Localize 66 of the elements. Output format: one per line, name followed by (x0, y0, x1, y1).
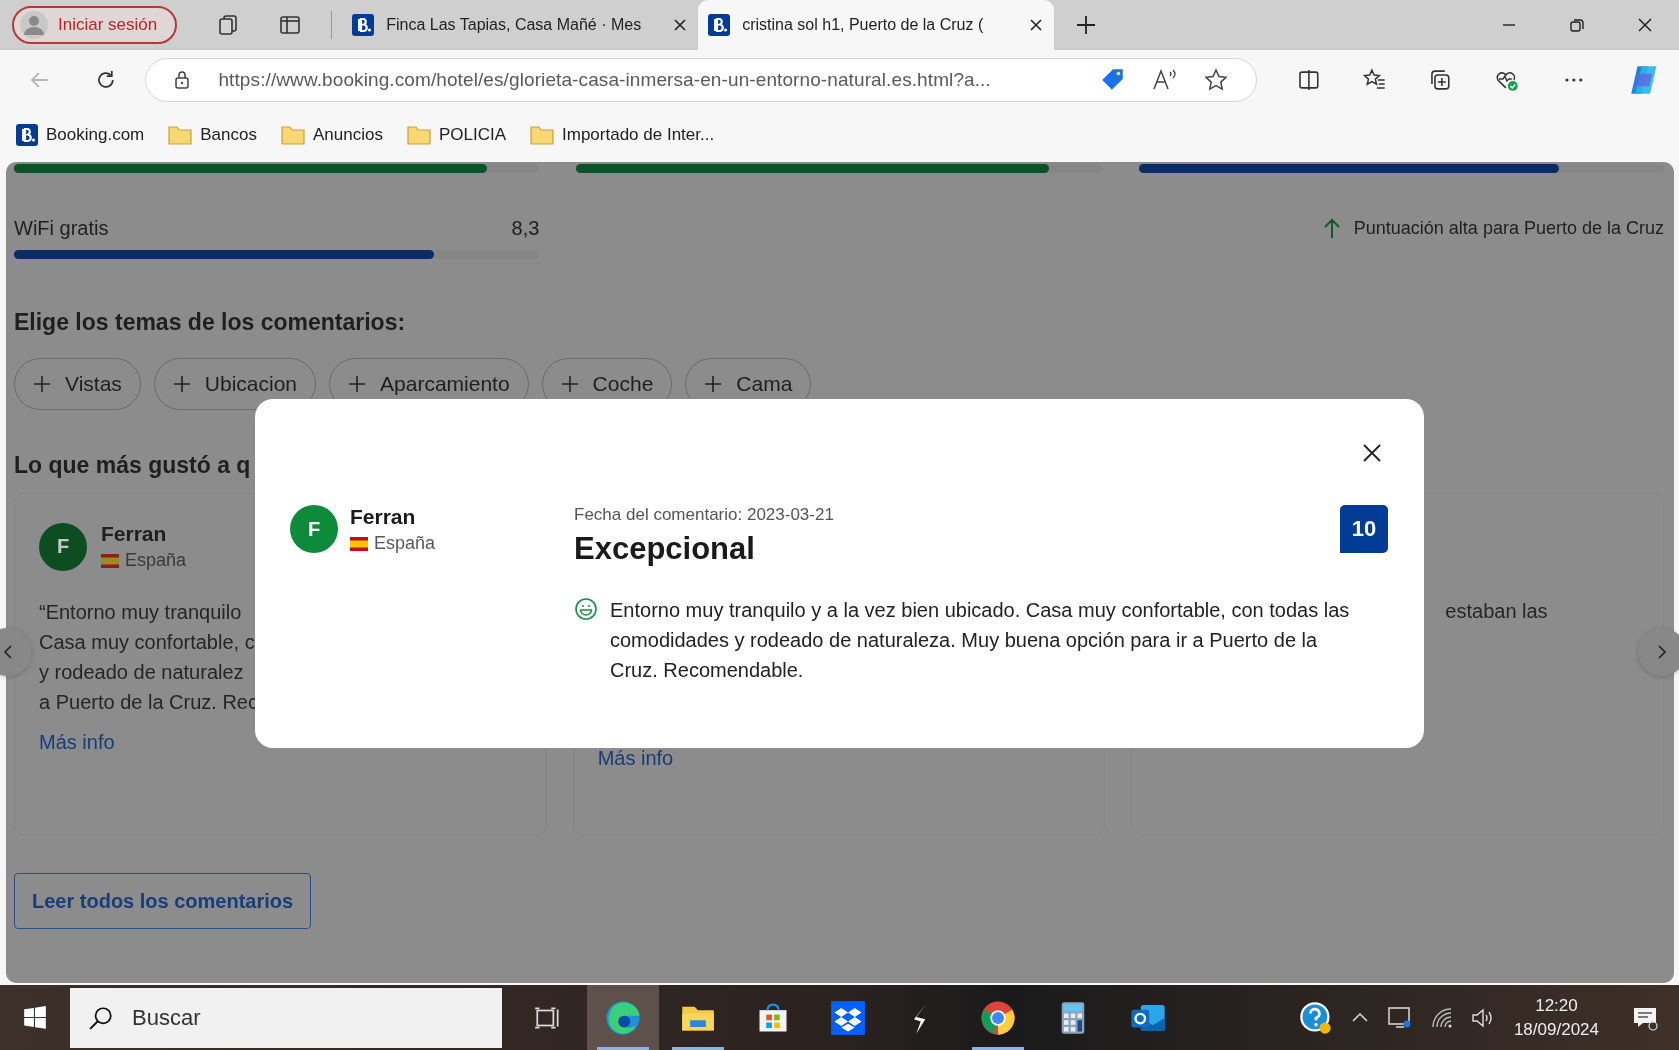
avatar-icon (20, 11, 48, 39)
spain-flag-icon (350, 536, 368, 551)
close-tab-icon[interactable] (672, 17, 689, 33)
chevron-left-icon (2, 644, 14, 660)
folder-icon (406, 124, 431, 146)
tab-title: Finca Las Tapias, Casa Mañé · Mes (386, 16, 643, 34)
vertical-tabs-icon[interactable] (278, 13, 303, 37)
chevron-right-icon (1656, 644, 1668, 660)
help-icon[interactable] (1297, 999, 1334, 1036)
taskbar-search-field[interactable]: Buscar (70, 987, 502, 1048)
tab-title: cristina sol h1, Puerto de la Cruz ( (742, 16, 985, 34)
score-badge: 10 (1340, 505, 1388, 553)
avatar: F (39, 522, 87, 571)
folder-icon (530, 124, 554, 146)
category-label: WiFi gratis (14, 217, 109, 240)
avatar: F (290, 505, 338, 553)
search-icon (88, 1004, 114, 1031)
next-button[interactable] (1638, 628, 1679, 676)
url-text: https://www.booking.com/hotel/es/glorieta-casa-inmersa-en-un-entorno-natural.es.html?a... (218, 69, 992, 91)
plus-icon (348, 375, 367, 393)
spain-flag-icon (101, 553, 119, 568)
booking-favicon-icon (352, 14, 375, 36)
favorite-star-icon[interactable] (1203, 68, 1228, 92)
booking-favicon-icon (708, 14, 731, 36)
category-score: 8,3 (511, 217, 540, 240)
section-heading: Elige los temas de los comentarios: (14, 309, 406, 336)
reviewer-country: España (125, 550, 187, 571)
collections-icon[interactable] (1428, 68, 1452, 92)
review-text: y rodeado de naturalez (39, 660, 245, 685)
close-icon[interactable] (1362, 443, 1382, 463)
profile-button[interactable]: Iniciar sesión (12, 6, 178, 44)
clock[interactable]: 12:20 18/09/2024 (1513, 995, 1599, 1040)
address-bar[interactable]: https://www.booking.com/hotel/es/glorieta-casa-inmersa-en-un-entorno-natural.es.html?a... (145, 58, 1257, 102)
reviewer-name: Ferran (350, 505, 417, 529)
close-tab-icon[interactable] (1028, 17, 1045, 33)
review-text: “Entorno muy tranquilo (39, 600, 243, 625)
split-screen-icon[interactable] (1296, 68, 1321, 92)
bookmark[interactable]: Importado de Inter... (530, 124, 715, 146)
review-text: Entorno muy tranquilo y a la vez bien ubicado. Casa muy confortable, con todas las comodidades y rodeado de naturaleza. Muy buena opción para ir a Puerto de la Cruz. Recomendable. (610, 598, 1351, 683)
booking-favicon-icon (16, 124, 38, 146)
bookmark[interactable]: POLICIA (406, 124, 506, 146)
plus-icon (704, 375, 723, 393)
wifi-icon[interactable] (1429, 1005, 1454, 1030)
browser-tab[interactable]: Finca Las Tapias, Casa Mañé · Mes (342, 0, 699, 50)
reviewer-country: España (374, 533, 436, 554)
bookmark[interactable]: Anuncios (281, 124, 383, 146)
edge-taskbar-icon[interactable] (587, 985, 659, 1050)
plus-icon (172, 375, 191, 393)
reviewer-name: Ferran (101, 522, 168, 546)
review-date: Fecha del comentario: 2023-03-21 (574, 505, 834, 525)
section-heading: Lo que más gustó a q (14, 452, 251, 479)
plus-icon (560, 375, 579, 393)
favorites-icon[interactable] (1362, 68, 1387, 92)
smiley-icon (574, 597, 598, 621)
read-aloud-icon[interactable] (1151, 68, 1178, 92)
windows-start-icon[interactable] (22, 1004, 48, 1031)
review-title: Excepcional (574, 531, 756, 567)
folder-icon (168, 124, 193, 146)
bookmark[interactable]: Booking.com (16, 124, 145, 146)
bookmark[interactable]: Bancos (168, 124, 257, 146)
review-text: estaban las (1445, 599, 1549, 624)
high-score-note: Puntuación alta para Puerto de la Cruz (1353, 217, 1664, 239)
plus-icon (33, 375, 51, 393)
folder-icon (281, 124, 305, 146)
review-text: Casa muy confortable, c (39, 630, 256, 655)
browser-tab[interactable]: cristina sol h1, Puerto de la Cruz ( (698, 0, 1055, 50)
